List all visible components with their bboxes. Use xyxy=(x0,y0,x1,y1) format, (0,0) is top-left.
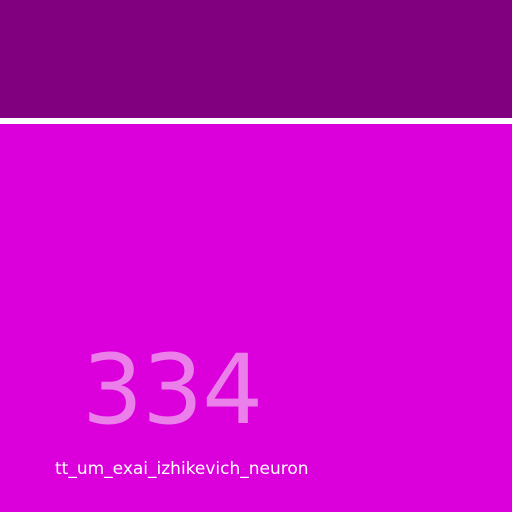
tile-canvas: 334 tt_um_exai_izhikevich_neuron xyxy=(0,0,512,512)
tile-label: tt_um_exai_izhikevich_neuron xyxy=(55,459,309,479)
project-tile[interactable] xyxy=(0,124,512,512)
tile-number: 334 xyxy=(82,334,263,446)
top-band xyxy=(0,0,512,118)
